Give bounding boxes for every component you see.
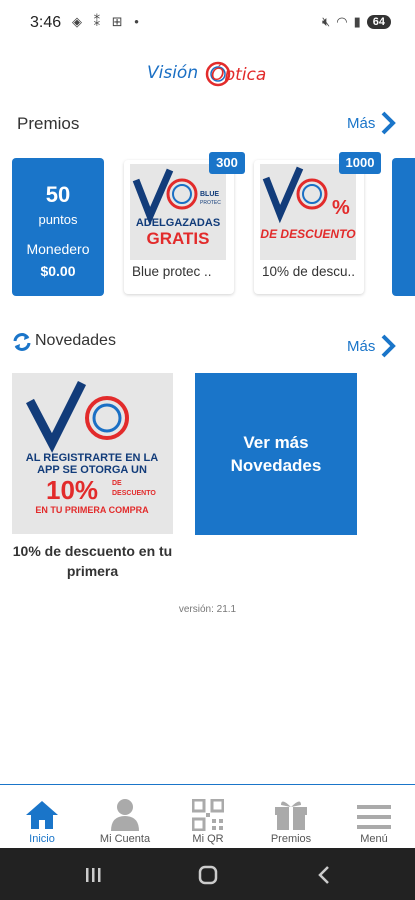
nav-label: Mi QR [192, 833, 224, 845]
prize-card-partial[interactable] [392, 158, 415, 296]
nav-item-rewards[interactable]: Premios [251, 791, 331, 845]
news-title: Novedades [35, 332, 116, 349]
logo-text-1: Visión [147, 63, 198, 83]
points-card[interactable]: 50 puntos Monedero $0.00 [12, 158, 104, 296]
status-time: 3:46 [30, 14, 62, 31]
news-art-line3: EN TU PRIMERA COMPRA [35, 505, 149, 515]
news-art-de: DE [112, 480, 122, 487]
signal-icon: ▮ [353, 14, 361, 29]
nav-label: Menú [360, 833, 388, 845]
news-caption[interactable]: 10% de descuento en tu primera [12, 541, 173, 581]
chevron-right-icon [381, 111, 397, 135]
mute-icon: 🔇︎ [322, 14, 331, 29]
nav-item-qr[interactable]: Mi QR [168, 791, 248, 845]
news-art-desc: DESCUENTO [112, 490, 156, 497]
refresh-icon[interactable] [12, 332, 32, 357]
nav-label: Premios [270, 833, 312, 845]
bottom-nav: Inicio Mi Cuenta Mi QR Premios Menú [0, 784, 415, 848]
prize-art-line1: BLUE [200, 191, 219, 198]
prize-caption: Blue protec .. [132, 264, 212, 279]
prize-caption: 10% de descu.. [262, 264, 356, 279]
nav-label: Inicio [29, 833, 55, 845]
qr-icon [168, 791, 248, 831]
rewards-more-link[interactable]: Más [347, 110, 397, 136]
nav-label: Mi Cuenta [99, 833, 151, 845]
battery-indicator: 64 [366, 15, 391, 29]
rewards-title: Premios [17, 114, 80, 133]
prize-image: BLUE PROTEC ADELGAZADAS GRATIS [130, 164, 226, 260]
brand-logo: Visión Óptica [147, 56, 272, 92]
home-icon [2, 791, 82, 831]
points-value: 50 [45, 182, 71, 207]
app-screen: { "status": { "time": "3:46", "battery":… [0, 0, 415, 900]
status-right: 🔇︎ ◠ ▮ 64 [322, 14, 391, 30]
app-version: versión: 21.1 [178, 604, 237, 615]
nav-item-account[interactable]: Mi Cuenta [85, 791, 165, 845]
back-icon[interactable] [316, 865, 332, 885]
news-image[interactable]: AL REGISTRARTE EN LA APP SE OTORGA UN 10… [12, 373, 173, 534]
news-more-label: Más [347, 337, 376, 355]
prize-art-line: DE DESCUENTO [260, 227, 356, 241]
wallet-label: Monedero [26, 241, 90, 257]
prize-art-pct: % [332, 197, 350, 219]
nav-item-home[interactable]: Inicio [2, 791, 82, 845]
news-more-link[interactable]: Más [347, 333, 397, 359]
prize-cost-badge: 300 [209, 152, 245, 174]
prize-card[interactable]: BLUE PROTEC ADELGAZADAS GRATIS Blue prot… [124, 160, 234, 294]
prize-image: % DE DESCUENTO [260, 164, 356, 260]
prize-art-line4: GRATIS [147, 229, 210, 248]
notification-icons: ◈ ⁑ ⊞ • [72, 14, 143, 29]
system-navigation-bar [0, 848, 415, 900]
news-art-line1: AL REGISTRARTE EN LA [26, 452, 158, 464]
gift-icon [251, 791, 331, 831]
see-more-news-button[interactable]: Ver más Novedades [195, 373, 357, 535]
logo-text-2: Óptica [211, 63, 266, 85]
see-more-news-label: Ver más Novedades [230, 433, 322, 475]
prize-cost-badge: 1000 [339, 152, 381, 174]
status-bar: 3:46 ◈ ⁑ ⊞ • 🔇︎ ◠ ▮ 64 [0, 0, 415, 44]
recent-apps-icon[interactable] [84, 866, 102, 884]
chevron-right-icon [381, 334, 397, 358]
prize-card[interactable]: % DE DESCUENTO 10% de descu.. [254, 160, 364, 294]
wifi-icon: ◠ [336, 14, 348, 29]
user-icon [85, 791, 165, 831]
menu-icon [334, 791, 414, 831]
nav-item-menu[interactable]: Menú [334, 791, 414, 845]
points-label: puntos [38, 212, 78, 227]
rewards-more-label: Más [347, 114, 376, 132]
wallet-value: $0.00 [40, 263, 76, 279]
news-art-pct: 10% [46, 475, 98, 505]
prize-art-line2: PROTEC [200, 200, 221, 206]
home-system-icon[interactable] [198, 865, 218, 885]
prize-art-line3: ADELGAZADAS [136, 217, 220, 229]
